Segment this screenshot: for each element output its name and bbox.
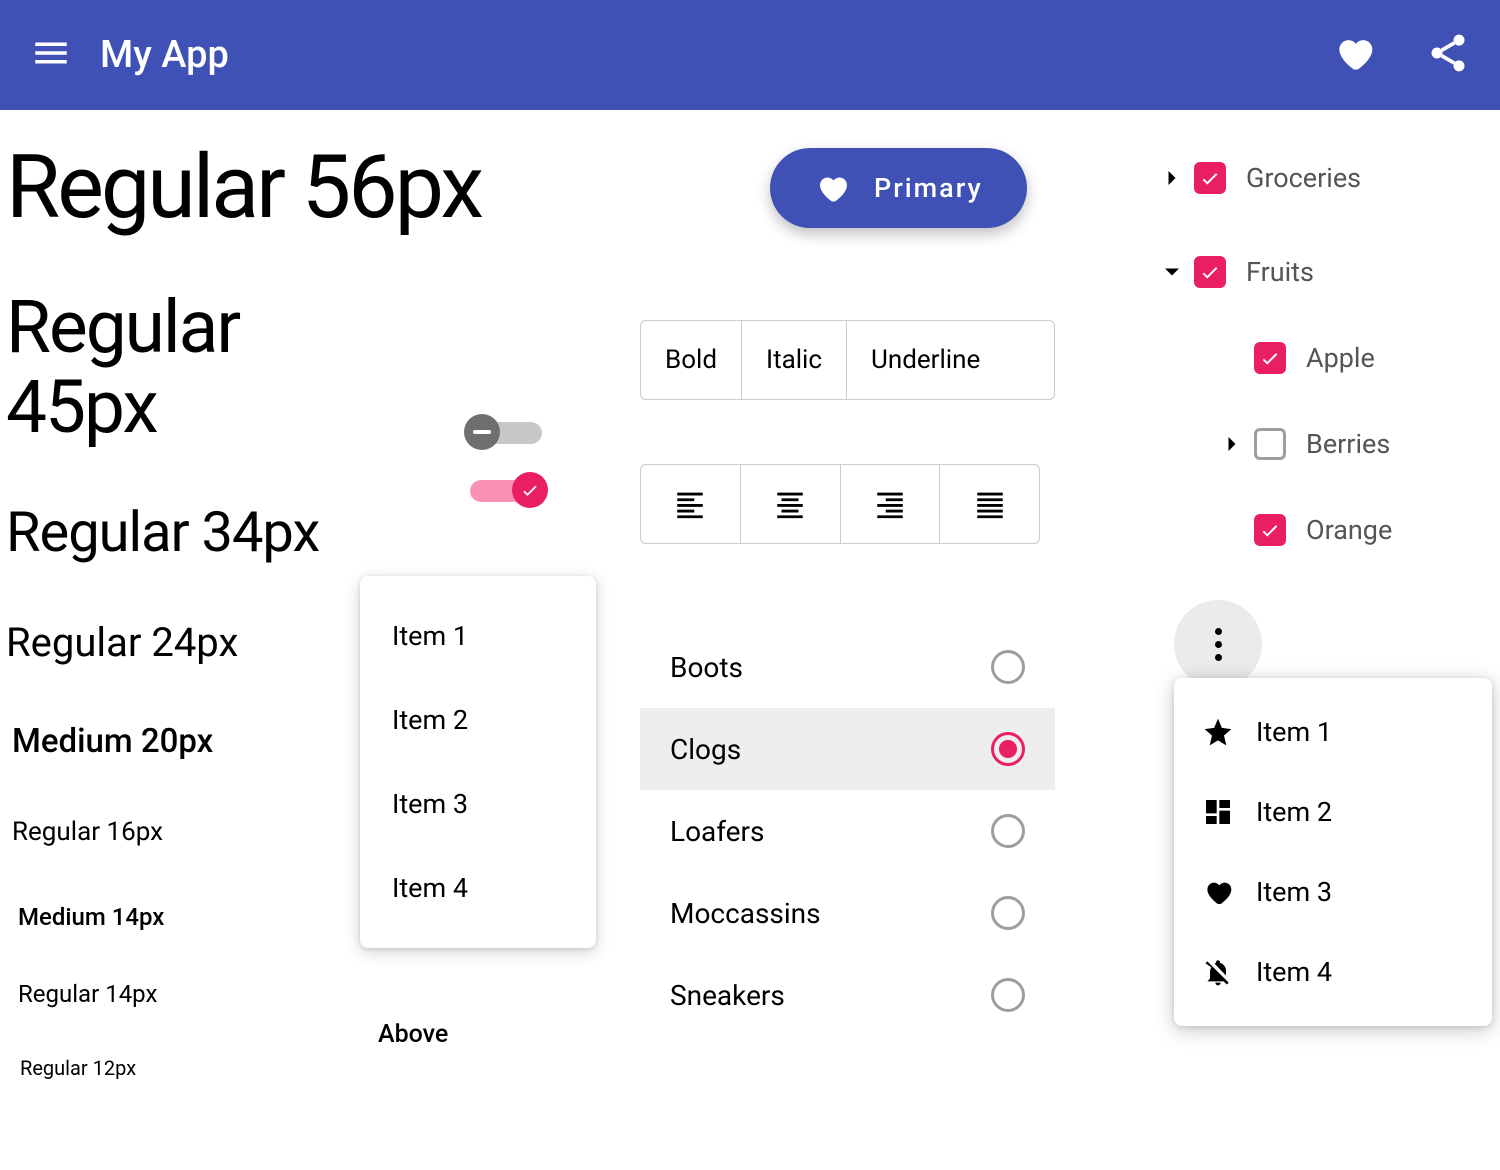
menu-item[interactable]: Item 2 xyxy=(360,678,596,762)
tree-label: Apple xyxy=(1306,342,1375,374)
radio-icon xyxy=(991,732,1025,766)
checkbox-icon[interactable] xyxy=(1254,514,1286,546)
format-bold[interactable]: Bold xyxy=(641,321,742,399)
simple-menu: Item 1 Item 2 Item 3 Item 4 xyxy=(360,576,596,948)
radio-label: Moccassins xyxy=(670,897,821,930)
radio-item-moccassins[interactable]: Moccassins xyxy=(640,872,1055,954)
radio-item-sneakers[interactable]: Sneakers xyxy=(640,954,1055,1036)
align-right-icon[interactable] xyxy=(841,465,941,543)
chevron-right-icon[interactable] xyxy=(1150,164,1194,192)
format-italic[interactable]: Italic xyxy=(742,321,847,399)
radio-label: Sneakers xyxy=(670,979,785,1012)
tree-item-fruits[interactable]: Fruits xyxy=(1150,240,1500,304)
radio-label: Loafers xyxy=(670,815,764,848)
tree-item-orange[interactable]: Orange xyxy=(1210,498,1500,562)
radio-item-boots[interactable]: Boots xyxy=(640,626,1055,708)
typography-sample-56: Regular 56px xyxy=(6,140,360,237)
overflow-item-1[interactable]: Item 1 xyxy=(1174,692,1492,772)
overflow-item-label: Item 1 xyxy=(1256,716,1332,748)
radio-label: Clogs xyxy=(670,733,741,766)
switch-on[interactable] xyxy=(470,476,542,504)
typography-column: Regular 56px Regular 45px Regular 34px R… xyxy=(0,140,360,1080)
typography-sample-12: Regular 12px xyxy=(6,1056,360,1080)
radio-icon xyxy=(991,896,1025,930)
radio-item-clogs[interactable]: Clogs xyxy=(640,708,1055,790)
overflow-item-4[interactable]: Item 4 xyxy=(1174,932,1492,1012)
favorite-icon[interactable] xyxy=(1332,31,1376,79)
typography-sample-20: Medium 20px xyxy=(6,722,360,762)
typography-sample-24: Regular 24px xyxy=(6,619,360,667)
primary-button[interactable]: Primary xyxy=(770,148,1027,228)
tree-label: Orange xyxy=(1306,514,1392,546)
overflow-item-label: Item 2 xyxy=(1256,796,1332,828)
align-left-icon[interactable] xyxy=(641,465,741,543)
checkbox-icon[interactable] xyxy=(1194,162,1226,194)
tree-item-berries[interactable]: Berries xyxy=(1210,412,1500,476)
align-toggle-group xyxy=(640,464,1040,544)
typography-sample-16: Regular 16px xyxy=(6,817,360,848)
tree-label: Groceries xyxy=(1246,162,1361,194)
app-title: My App xyxy=(100,33,229,77)
overflow-item-2[interactable]: Item 2 xyxy=(1174,772,1492,852)
overflow-menu: Item 1 Item 2 Item 3 Item 4 xyxy=(1174,678,1492,1026)
radio-icon xyxy=(991,650,1025,684)
checkbox-icon[interactable] xyxy=(1254,342,1286,374)
notifications-off-icon xyxy=(1202,956,1234,988)
typography-sample-14m: Medium 14px xyxy=(6,903,360,932)
menu-position-label: Above xyxy=(378,1020,448,1049)
dashboard-icon xyxy=(1202,796,1234,828)
format-toggle-group: Bold Italic Underline xyxy=(640,320,1055,400)
radio-item-loafers[interactable]: Loafers xyxy=(640,790,1055,872)
primary-button-label: Primary xyxy=(874,172,983,204)
checkbox-icon[interactable] xyxy=(1254,428,1286,460)
align-justify-icon[interactable] xyxy=(940,465,1039,543)
tree-label: Berries xyxy=(1306,428,1390,460)
format-underline[interactable]: Underline xyxy=(847,321,1004,399)
checkbox-icon[interactable] xyxy=(1194,256,1226,288)
radio-icon xyxy=(991,814,1025,848)
overflow-item-label: Item 3 xyxy=(1256,876,1332,908)
radio-label: Boots xyxy=(670,651,743,684)
typography-sample-14: Regular 14px xyxy=(6,980,360,1009)
app-bar: My App xyxy=(0,0,1500,110)
chevron-down-icon[interactable] xyxy=(1150,258,1194,286)
overflow-item-3[interactable]: Item 3 xyxy=(1174,852,1492,932)
align-center-icon[interactable] xyxy=(741,465,841,543)
switch-off[interactable] xyxy=(470,418,542,446)
star-icon xyxy=(1202,716,1234,748)
tree-label: Fruits xyxy=(1246,256,1314,288)
radio-icon xyxy=(991,978,1025,1012)
more-icon[interactable] xyxy=(1174,600,1262,688)
chevron-right-icon[interactable] xyxy=(1210,430,1254,458)
typography-sample-45: Regular 45px xyxy=(6,287,360,448)
tree-item-apple[interactable]: Apple xyxy=(1210,326,1500,390)
menu-item[interactable]: Item 1 xyxy=(360,594,596,678)
heart-icon xyxy=(1202,876,1234,908)
typography-sample-34: Regular 34px xyxy=(6,502,360,564)
tree-item-groceries[interactable]: Groceries xyxy=(1150,146,1500,210)
radio-list: Boots Clogs Loafers Moccassins Sneakers xyxy=(640,626,1055,1036)
tree-view: Groceries Fruits Apple Berries O xyxy=(1150,146,1500,562)
menu-item[interactable]: Item 4 xyxy=(360,846,596,930)
overflow-item-label: Item 4 xyxy=(1256,956,1332,988)
menu-item[interactable]: Item 3 xyxy=(360,762,596,846)
share-icon[interactable] xyxy=(1426,31,1470,79)
menu-icon[interactable] xyxy=(30,32,72,78)
